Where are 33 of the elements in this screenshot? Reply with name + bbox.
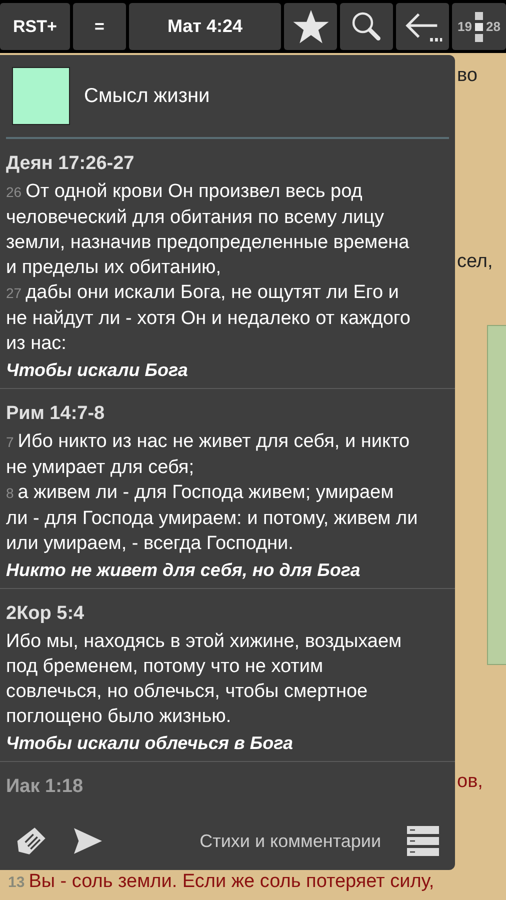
search-button[interactable]	[340, 3, 393, 50]
verse-text-fragment: во	[457, 64, 478, 88]
search-icon	[350, 10, 384, 44]
verse-reference[interactable]: Деян 17:26-27	[6, 151, 419, 177]
topic-title: Смысл жизни	[84, 84, 210, 109]
verse-reference[interactable]: Рим 14:7-8	[6, 401, 419, 427]
verse-text: Ибо мы, находясь в этой хижине, воздыхаем под бременем, потому что не хотим совлечься, но облечься, чтобы смертное поглощено было жизнью.	[6, 630, 403, 729]
verse-text: 27 дабы они искали Бога, не ощутят ли Его и не найдут ли - хотя Он и недалеко от каждого из нас:	[6, 281, 412, 356]
send-icon[interactable]	[74, 828, 102, 854]
page-from: 19	[458, 18, 472, 36]
verse-text: 7 Ибо никто из нас не живет для себя, и никто не умирает для себя;	[6, 430, 411, 480]
verse-number: 13	[8, 872, 25, 892]
verse-text-fragment: ов,	[457, 770, 483, 794]
star-icon	[292, 10, 328, 44]
menu-button[interactable]: =	[73, 3, 126, 50]
footer-label: Стихи и комментарии	[200, 830, 381, 853]
page-indicator[interactable]: 19 28	[452, 3, 506, 50]
tag-edit-icon[interactable]	[16, 825, 48, 857]
verse-text: 8 а живем ли - для Господа живем; умираем ли - для Господа умираем: и потому, живем ли или умираем, - всегда Господни.	[6, 481, 419, 556]
verse-comment: Никто не живет для себя, но для Бога	[6, 559, 362, 582]
reference-button[interactable]: Мат 4:24	[129, 3, 281, 50]
bookmark-button[interactable]	[284, 3, 337, 50]
verse-reference[interactable]: Иак 1:18	[6, 774, 419, 800]
verse-text-fragment: сел,	[457, 250, 493, 274]
translation-button[interactable]: RST+	[0, 3, 70, 50]
back-button[interactable]	[396, 3, 449, 50]
verse-comment: Чтобы искали Бога	[6, 359, 189, 382]
list-icon[interactable]	[407, 826, 439, 856]
page-to: 28	[486, 18, 500, 36]
verse-reference[interactable]: 2Кор 5:4	[6, 601, 419, 627]
verse-text: Вы - соль земли. Если же соль потеряет силу,	[28, 870, 434, 894]
verse-comment: Чтобы искали облечься в Бога	[6, 732, 294, 755]
scroll-position-icon	[475, 12, 483, 42]
